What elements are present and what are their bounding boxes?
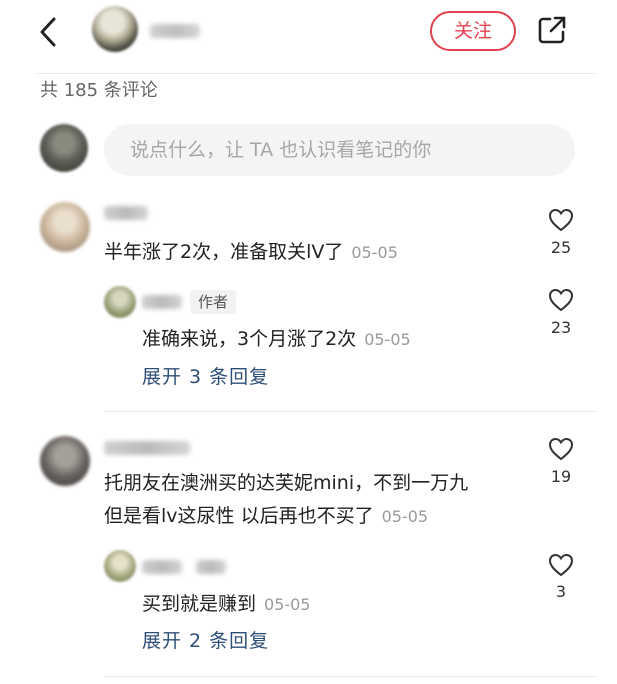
commenter-name-blurred[interactable] <box>104 441 190 455</box>
comment-text[interactable]: 半年涨了2次，准备取关lV了 05-05 <box>104 239 398 266</box>
comment-count: 共 185 条评论 <box>40 80 158 101</box>
comment-body: 半年涨了2次，准备取关lV了 <box>104 241 344 263</box>
heart-icon[interactable] <box>548 437 574 461</box>
replier-name-blurred[interactable] <box>142 295 182 309</box>
comment-divider <box>104 676 597 677</box>
heart-icon[interactable] <box>548 208 574 232</box>
header-divider <box>36 73 597 74</box>
author-avatar[interactable] <box>92 6 138 52</box>
follow-button[interactable]: 关注 <box>430 11 516 51</box>
heart-icon[interactable] <box>548 553 574 577</box>
author-tag: 作者 <box>190 290 237 314</box>
reply-date: 05-05 <box>364 330 411 349</box>
like-count: 25 <box>550 238 572 257</box>
heart-icon[interactable] <box>548 288 574 312</box>
like-count: 3 <box>555 582 567 601</box>
comment-divider <box>104 411 597 412</box>
commenter-avatar[interactable] <box>40 202 90 252</box>
like-count: 19 <box>550 467 572 486</box>
replier-name-blurred[interactable] <box>196 560 226 574</box>
replier-avatar[interactable] <box>104 550 136 582</box>
reply-date: 05-05 <box>264 595 311 614</box>
reply-text[interactable]: 买到就是赚到 05-05 <box>142 591 311 618</box>
comment-text-line1[interactable]: 托朋友在澳洲买的达芙妮mini，不到一万九 <box>104 470 468 496</box>
comment-text-line2[interactable]: 但是看lv这尿性 以后再也不买了 05-05 <box>104 503 428 530</box>
share-icon[interactable] <box>536 14 568 46</box>
current-user-avatar <box>40 124 88 172</box>
commenter-name-blurred[interactable] <box>104 206 148 220</box>
author-name-blurred[interactable] <box>150 24 200 38</box>
reply-body: 买到就是赚到 <box>142 593 257 615</box>
back-icon[interactable] <box>36 16 62 48</box>
comment-body: 但是看lv这尿性 以后再也不买了 <box>104 505 374 527</box>
expand-replies-link[interactable]: 展开 3 条回复 <box>142 364 269 390</box>
comment-date: 05-05 <box>351 243 398 262</box>
commenter-avatar[interactable] <box>40 436 90 486</box>
replier-avatar[interactable] <box>104 286 136 318</box>
reply-text[interactable]: 准确来说，3个月涨了2次 05-05 <box>142 326 411 353</box>
comment-date: 05-05 <box>381 507 429 526</box>
reply-body: 准确来说，3个月涨了2次 <box>142 328 357 350</box>
like-count: 23 <box>550 318 572 337</box>
expand-replies-link[interactable]: 展开 2 条回复 <box>142 628 269 654</box>
replier-name-blurred[interactable] <box>142 560 182 574</box>
comment-input[interactable]: 说点什么，让 TA 也认识看笔记的你 <box>104 124 575 176</box>
